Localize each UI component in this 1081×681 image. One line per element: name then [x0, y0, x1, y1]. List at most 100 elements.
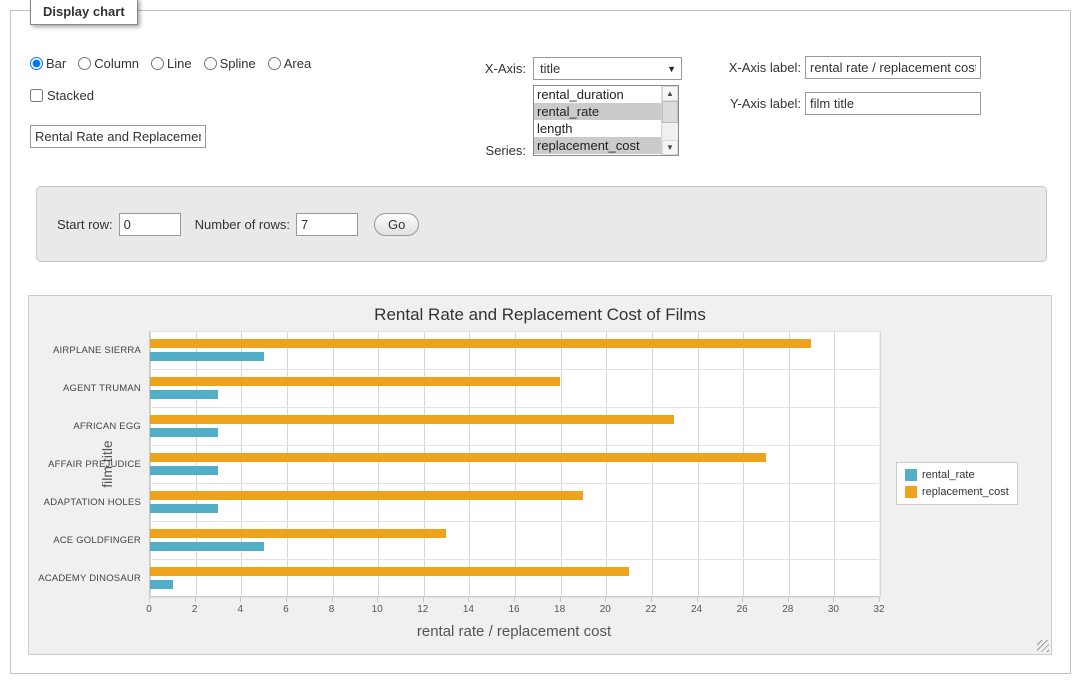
bar-replacement_cost [150, 339, 811, 348]
gridline [241, 331, 242, 596]
legend-label: replacement_cost [922, 486, 1009, 498]
num-rows-input[interactable] [296, 213, 358, 236]
tick-mark [651, 597, 652, 602]
chart-type-option-column[interactable]: Column [78, 56, 139, 71]
chart-type-option-label: Column [94, 56, 139, 71]
stacked-row: Stacked [30, 88, 94, 103]
chart-type-option-label: Bar [46, 56, 66, 71]
legend-item-replacement_cost[interactable]: replacement_cost [905, 486, 1009, 498]
bar-rental_rate [150, 542, 264, 551]
tick-mark [833, 597, 834, 602]
bar-replacement_cost [150, 567, 629, 576]
scrollbar-up-icon[interactable]: ▲ [662, 86, 678, 101]
gridline [150, 369, 879, 370]
x-tick-label: 12 [408, 604, 438, 615]
bar-rental_rate [150, 352, 264, 361]
x-tick-label: 22 [636, 604, 666, 615]
x-axis-select-label: X-Axis: [441, 61, 526, 76]
radio-line[interactable] [151, 57, 164, 70]
chart-type-option-bar[interactable]: Bar [30, 56, 66, 71]
x-tick-label: 26 [727, 604, 757, 615]
chart-title: Rental Rate and Replacement Cost of Film… [29, 305, 1051, 325]
gridline [515, 331, 516, 596]
category-label: AGENT TRUMAN [29, 383, 141, 394]
row-range-panel: Start row: Number of rows: Go [36, 186, 1047, 262]
chart-type-radios: Bar Column Line Spline Area [30, 56, 323, 71]
num-rows-label: Number of rows: [195, 217, 290, 232]
bar-rental_rate [150, 466, 218, 475]
x-tick-label: 24 [682, 604, 712, 615]
stacked-label: Stacked [47, 88, 94, 103]
radio-column[interactable] [78, 57, 91, 70]
x-tick-label: 8 [317, 604, 347, 615]
tick-mark [149, 597, 150, 602]
bar-rental_rate [150, 580, 173, 589]
start-row-label: Start row: [57, 217, 113, 232]
resize-handle-icon[interactable] [1037, 640, 1049, 652]
gridline [743, 331, 744, 596]
scrollbar-thumb[interactable] [662, 101, 678, 123]
x-axis-select-value: title [540, 61, 560, 76]
chart-panel: Rental Rate and Replacement Cost of Film… [28, 295, 1052, 655]
x-axis-label-input[interactable] [805, 56, 981, 79]
tick-mark [332, 597, 333, 602]
gridline [424, 331, 425, 596]
gridline [150, 445, 879, 446]
series-listbox[interactable]: rental_durationrental_ratelengthreplacem… [533, 85, 679, 156]
x-tick-label: 14 [453, 604, 483, 615]
gridline [150, 331, 151, 596]
go-button[interactable]: Go [374, 213, 419, 236]
chart-title-input[interactable] [30, 125, 206, 148]
gridline [150, 559, 879, 560]
tick-mark [697, 597, 698, 602]
gridline [698, 331, 699, 596]
radio-spline[interactable] [204, 57, 217, 70]
y-axis-label-input[interactable] [805, 92, 981, 115]
gridline [561, 331, 562, 596]
series-option-length[interactable]: length [534, 120, 661, 137]
series-option-rental_rate[interactable]: rental_rate [534, 103, 661, 120]
chart-type-option-line[interactable]: Line [151, 56, 192, 71]
display-chart-panel: Display chart BarColumnLineSplineArea St… [10, 10, 1071, 674]
gridline [150, 483, 879, 484]
series-option-rental_duration[interactable]: rental_duration [534, 86, 661, 103]
dropdown-arrow-icon: ▼ [667, 64, 676, 74]
series-option-replacement_cost[interactable]: replacement_cost [534, 137, 661, 154]
x-tick-label: 0 [134, 604, 164, 615]
radio-bar[interactable] [30, 57, 43, 70]
x-tick-label: 30 [818, 604, 848, 615]
stacked-checkbox[interactable] [30, 89, 43, 102]
legend-swatch [905, 486, 917, 498]
gridline [150, 521, 879, 522]
x-tick-label: 16 [499, 604, 529, 615]
category-label: ACADEMY DINOSAUR [29, 573, 141, 584]
scrollbar[interactable]: ▲ ▼ [661, 86, 678, 155]
bar-replacement_cost [150, 415, 674, 424]
tick-mark [788, 597, 789, 602]
x-axis-title: rental rate / replacement cost [417, 623, 611, 640]
category-label: AFFAIR PREJUDICE [29, 459, 141, 470]
radio-area[interactable] [268, 57, 281, 70]
x-tick-label: 20 [590, 604, 620, 615]
tick-mark [605, 597, 606, 602]
gridline [333, 331, 334, 596]
scrollbar-down-icon[interactable]: ▼ [662, 140, 678, 155]
plot-area [149, 331, 879, 597]
category-label: ACE GOLDFINGER [29, 535, 141, 546]
bar-rental_rate [150, 428, 218, 437]
x-tick-label: 18 [545, 604, 575, 615]
chart-type-option-area[interactable]: Area [268, 56, 311, 71]
x-axis-select[interactable]: title ▼ [533, 57, 682, 80]
legend-item-rental_rate[interactable]: rental_rate [905, 469, 1009, 481]
x-tick-label: 2 [180, 604, 210, 615]
category-label: AIRPLANE SIERRA [29, 345, 141, 356]
gridline [150, 407, 879, 408]
chart-type-option-label: Spline [220, 56, 256, 71]
gridline [834, 331, 835, 596]
tick-mark [240, 597, 241, 602]
chart-type-option-spline[interactable]: Spline [204, 56, 256, 71]
start-row-input[interactable] [119, 213, 181, 236]
x-tick-label: 6 [271, 604, 301, 615]
panel-legend: Display chart [30, 0, 138, 25]
x-tick-label: 28 [773, 604, 803, 615]
